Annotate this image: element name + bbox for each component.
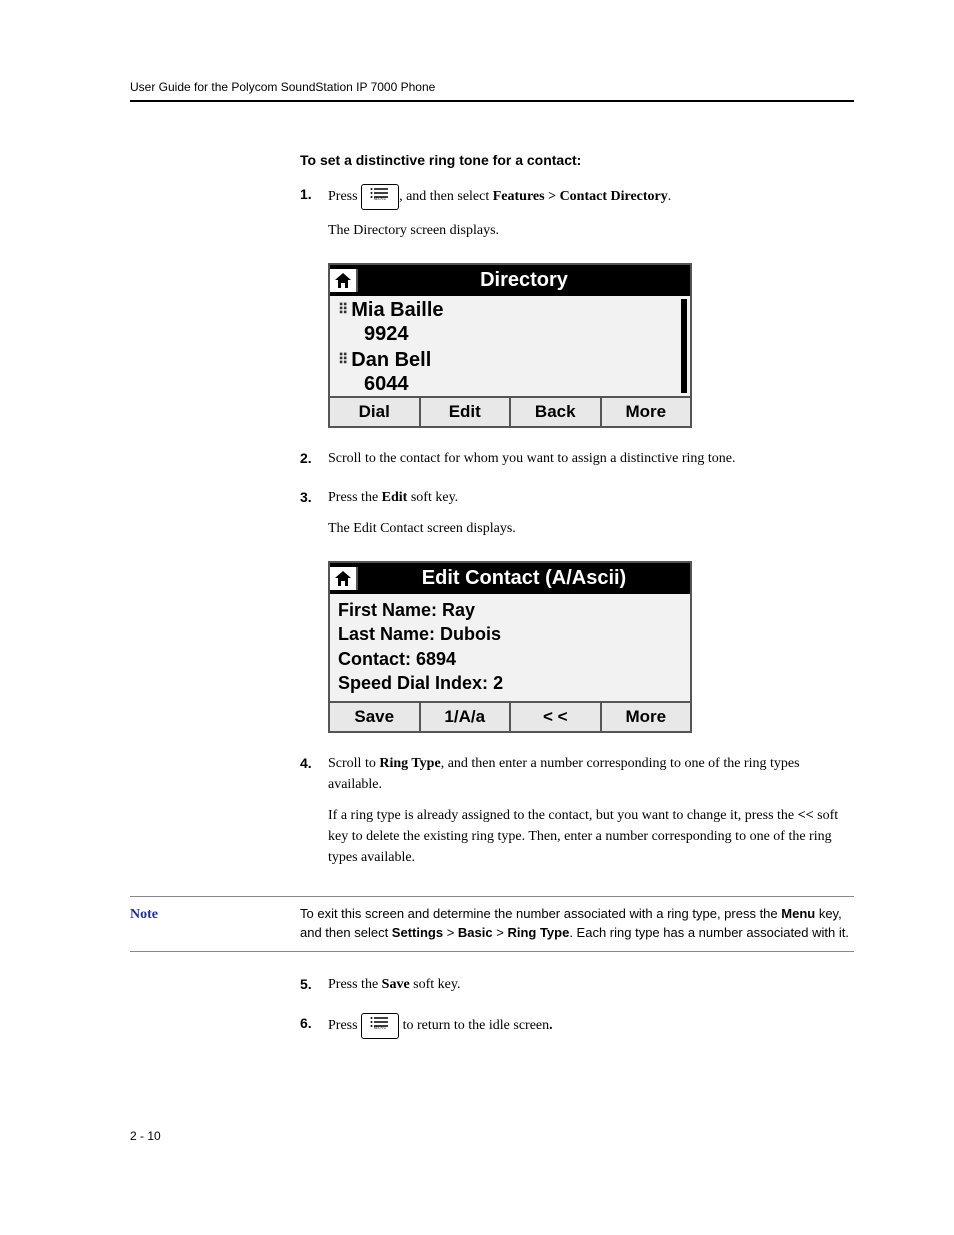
softkey-edit: Edit [421, 398, 512, 426]
softkey-dial: Dial [330, 398, 421, 426]
step4-a: Scroll to [328, 756, 379, 771]
note-a: To exit this screen and determine the nu… [300, 906, 781, 921]
directory-title: Directory [358, 269, 690, 292]
step5-c: soft key. [410, 977, 461, 992]
last-name-value: Dubois [440, 624, 501, 644]
contact-label: Contact: [338, 649, 411, 669]
contact-entry-2: ⠿Dan Bell 6044 [330, 346, 690, 396]
softkey-back: Back [511, 398, 602, 426]
step5-a: Press the [328, 977, 382, 992]
softkey-backspace: < < [511, 703, 602, 731]
first-name-value: Ray [442, 600, 475, 620]
step-number-6: 6. [300, 1013, 328, 1034]
home-icon [330, 567, 358, 590]
step3-c: soft key. [407, 490, 458, 505]
softkey-more: More [602, 398, 691, 426]
page-header: User Guide for the Polycom SoundStation … [130, 80, 854, 94]
note-box: Note To exit this screen and determine t… [130, 896, 854, 952]
step-number-4: 4. [300, 753, 328, 774]
subheading: To set a distinctive ring tone for a con… [300, 152, 854, 168]
step5-b: Save [382, 977, 410, 992]
note-d: Settings [392, 925, 443, 940]
note-f: Basic [458, 925, 493, 940]
menu-key-icon: MENU [361, 1013, 399, 1039]
header-rule [130, 100, 854, 102]
step-number-5: 5. [300, 974, 328, 995]
edit-contact-screen: Edit Contact (A/Ascii) First Name: Ray L… [328, 561, 692, 733]
step6-c: . [549, 1018, 553, 1033]
step2-text: Scroll to the contact for whom you want … [328, 448, 854, 469]
note-label: Note [130, 905, 300, 943]
step4-b: Ring Type [379, 756, 440, 771]
step-number-2: 2. [300, 448, 328, 469]
softkey-more-2: More [602, 703, 691, 731]
contact-entry-1: ⠿Mia Baille 9924 [330, 296, 690, 346]
scrollbar [681, 299, 687, 393]
step-number-3: 3. [300, 487, 328, 508]
note-i: . Each ring type has a number associated… [569, 925, 849, 940]
note-e: > [443, 925, 458, 940]
page-number: 2 - 10 [130, 1129, 854, 1143]
softkey-mode: 1/A/a [421, 703, 512, 731]
note-b: Menu [781, 906, 815, 921]
step4-p2b: << [798, 808, 814, 823]
sdi-label: Speed Dial Index: [338, 673, 488, 693]
first-name-label: First Name: [338, 600, 437, 620]
contact-value: 6894 [416, 649, 456, 669]
step-number-1: 1. [300, 184, 328, 205]
step6-b: to return to the idle screen [399, 1018, 549, 1033]
softkey-save: Save [330, 703, 421, 731]
step6-a: Press [328, 1018, 361, 1033]
step4-p2a: If a ring type is already assigned to th… [328, 808, 798, 823]
step3-p2: The Edit Contact screen displays. [328, 518, 854, 539]
note-h: Ring Type [507, 925, 569, 940]
step1-p2: The Directory screen displays. [328, 220, 854, 241]
edit-contact-title: Edit Contact (A/Ascii) [358, 567, 690, 590]
step1-bold: Features > Contact Directory [493, 189, 668, 204]
step1-text-b: , and then select [399, 189, 493, 204]
menu-key-icon: MENU [361, 184, 399, 210]
sdi-value: 2 [493, 673, 503, 693]
step3-b: Edit [382, 490, 408, 505]
last-name-label: Last Name: [338, 624, 435, 644]
step1-text-d: . [668, 189, 672, 204]
note-g: > [493, 925, 508, 940]
home-icon [330, 269, 358, 292]
step3-a: Press the [328, 490, 382, 505]
step1-text-a: Press [328, 189, 361, 204]
directory-screen: Directory ⠿Mia Baille 9924 ⠿Dan Bell 604… [328, 263, 692, 428]
